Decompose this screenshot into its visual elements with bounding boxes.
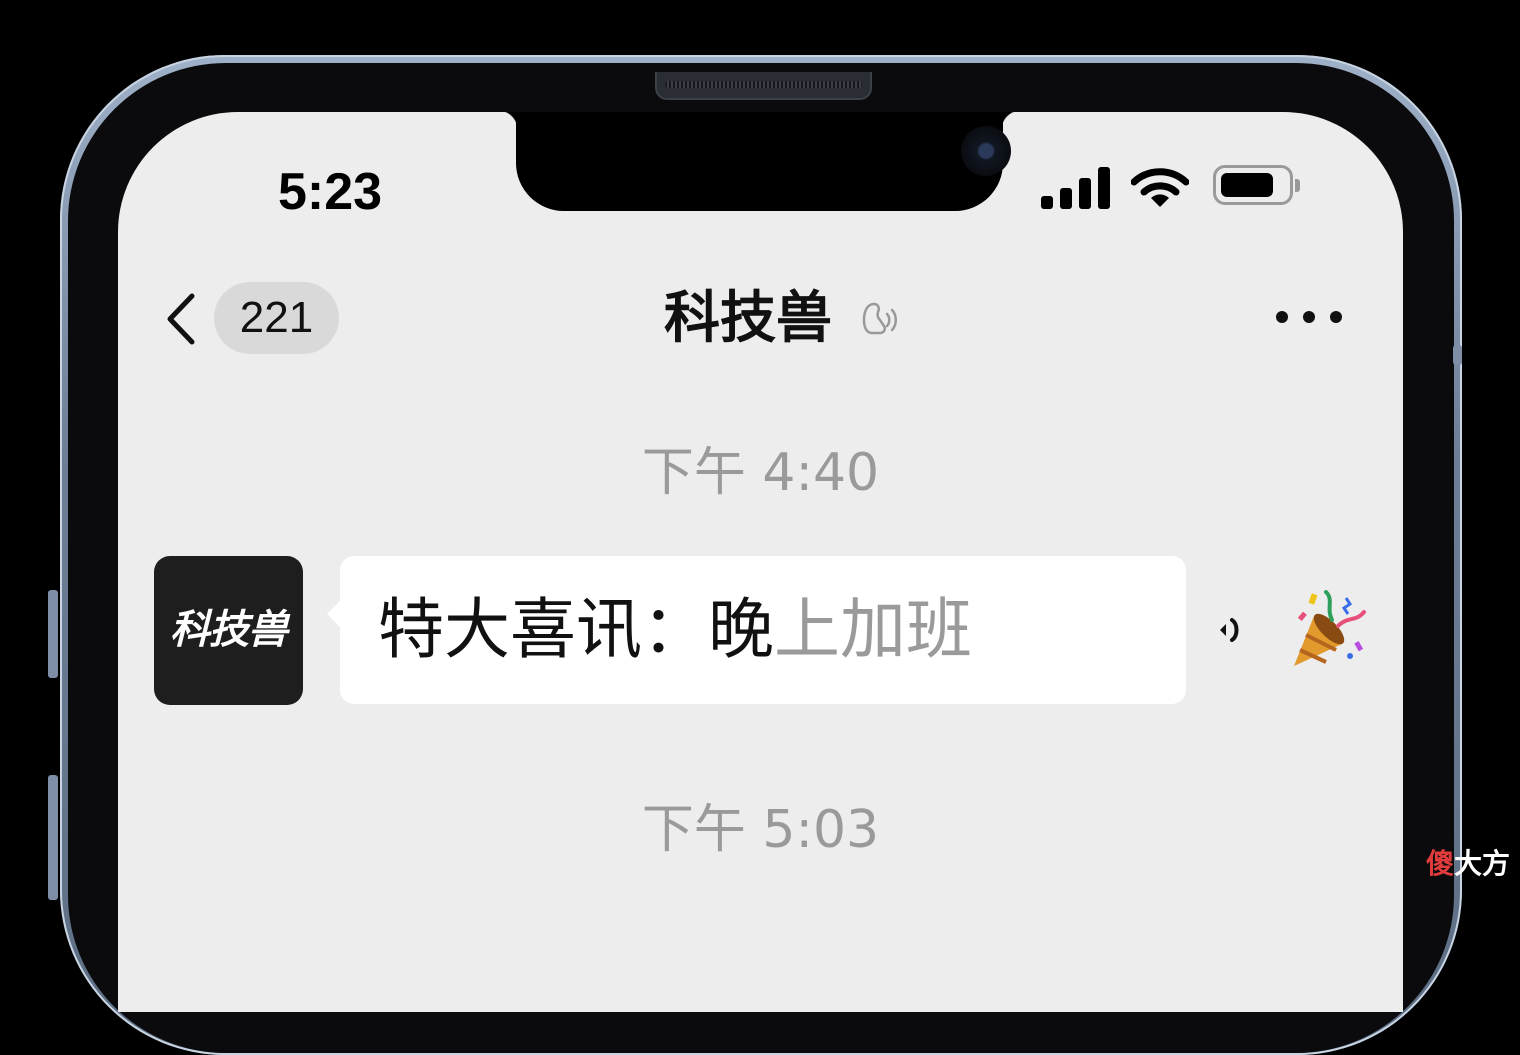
phone-screen: 5:23 221 科技兽 下午 4:40 科技兽 特大喜讯：晚上加班 下午 5:… [118,112,1403,1012]
message-timestamp: 下午 5:03 [641,800,880,860]
sender-avatar[interactable]: 科技兽 [154,556,303,705]
notch [498,112,1021,211]
side-button-right [1453,345,1462,365]
voice-playback-icon[interactable] [1215,610,1249,650]
unread-count-badge[interactable]: 221 [214,282,339,354]
cellular-signal-icon [1041,165,1110,209]
party-popper-icon [1294,590,1366,666]
more-options-icon[interactable] [1276,307,1346,327]
message-timestamp: 下午 4:40 [641,443,880,503]
wifi-icon [1131,168,1189,207]
message-bubble[interactable]: 特大喜讯：晚上加班 [327,556,1366,704]
chat-title: 科技兽 [664,286,832,351]
message-text-dim: 上加班 [774,591,972,668]
side-button-lower [48,775,58,900]
status-time: 5:23 [278,163,383,221]
message-text: 特大喜讯：晚 [378,591,774,668]
battery-icon [1213,165,1300,205]
back-chevron-icon[interactable] [164,292,198,346]
earpiece-speaker [655,72,872,100]
watermark: 傻大方 [1426,847,1511,880]
front-camera [961,126,1011,176]
side-button-upper [48,590,58,678]
mute-notifications-icon [862,302,897,335]
